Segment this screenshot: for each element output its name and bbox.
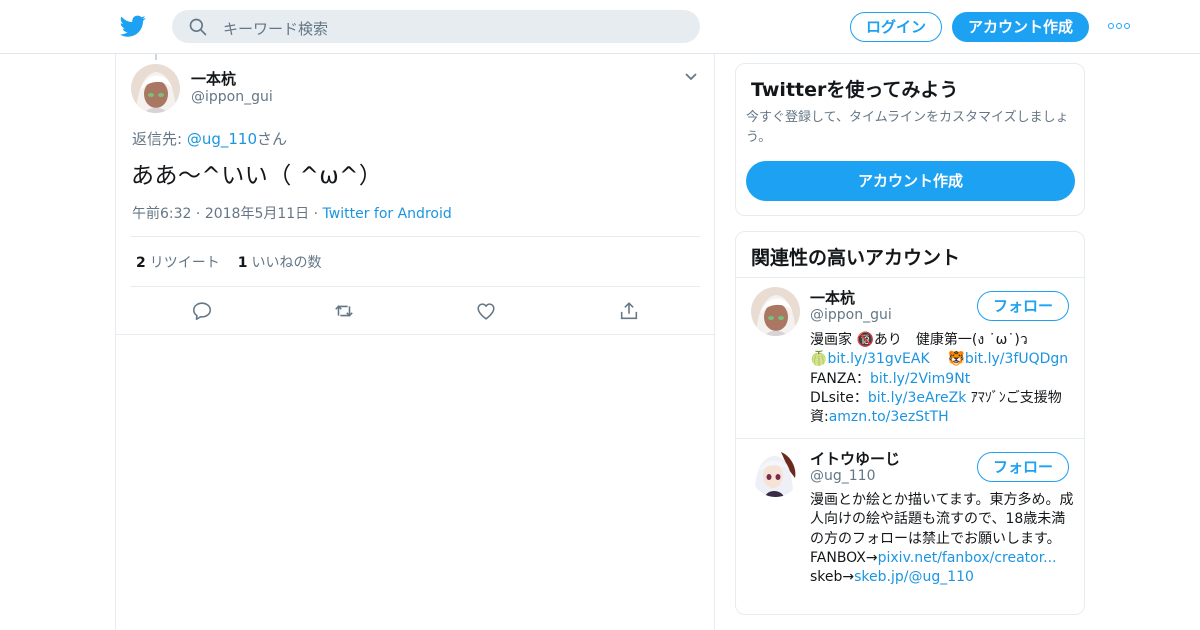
signup-card-description: 今すぐ登録して、タイムラインをカスタマイズしましょう。 bbox=[746, 110, 1069, 145]
avatar-image bbox=[131, 64, 180, 113]
bio-text: 漫画とか絵とか描いてます。東方多め。成人向けの絵や話題も流すので、18歳未満の方… bbox=[810, 492, 1074, 547]
bio-fanbox-line: FANBOX→pixiv.net/fanbox/creator... bbox=[810, 549, 1074, 568]
divider bbox=[130, 286, 700, 287]
account-name[interactable]: イトウゆーじ bbox=[810, 448, 900, 469]
bio-link[interactable]: amzn.to/3ezStTH bbox=[829, 409, 949, 425]
melon-emoji: 🍈 bbox=[810, 351, 828, 368]
bio-link[interactable]: pixiv.net/fanbox/creator... bbox=[878, 550, 1057, 566]
like-stat[interactable]: 1 いいねの数 bbox=[238, 255, 322, 271]
tweet-author-name[interactable]: 一本杭 bbox=[191, 68, 236, 89]
account-bio: 漫画家 🔞あり 健康第一(ง ˙ω˙)ว 🍈bit.ly/31gvEAK 🐯bi… bbox=[810, 331, 1074, 427]
bio-skeb-line: skeb→skeb.jp/@ug_110 bbox=[810, 568, 1074, 587]
tweet-author-handle[interactable]: @ippon_gui bbox=[191, 89, 273, 105]
bio-label: FANBOX→ bbox=[810, 549, 878, 566]
tweet-detail: 一本杭 @ippon_gui 返信先: @ug_110さん ああ〜^いい（ ^ω… bbox=[116, 54, 714, 335]
reply-icon[interactable] bbox=[191, 300, 213, 322]
retweet-count: 2 bbox=[136, 255, 146, 271]
bio-link[interactable]: bit.ly/3eAreZk bbox=[868, 390, 966, 406]
signup-card-button[interactable]: アカウント作成 bbox=[746, 161, 1075, 201]
share-icon[interactable] bbox=[618, 300, 640, 322]
bio-dlsite-line: DLsite：bit.ly/3eAreZk ｱﾏｿﾞﾝご支援物資:amzn.to… bbox=[810, 389, 1074, 428]
tweet-meta: 午前6:32 · 2018年5月11日 · Twitter for Androi… bbox=[132, 206, 452, 222]
like-count: 1 bbox=[237, 255, 248, 271]
tweet-source[interactable]: Twitter for Android bbox=[323, 206, 452, 222]
like-icon[interactable] bbox=[475, 300, 497, 322]
divider bbox=[736, 438, 1084, 439]
avatar-image bbox=[751, 287, 800, 336]
related-accounts-card: 関連性の高いアカウント 一本杭 @ippon_gui フォロー 漫画家 🔞あり … bbox=[735, 231, 1085, 615]
search-placeholder[interactable]: キーワード検索 bbox=[223, 18, 328, 39]
follow-button[interactable]: フォロー bbox=[977, 452, 1069, 482]
reply-to-link[interactable]: @ug_110 bbox=[187, 130, 257, 148]
retweet-stat[interactable]: 2 リツイート bbox=[136, 255, 220, 271]
account-handle[interactable]: @ippon_gui bbox=[810, 307, 892, 323]
bio-label: skeb→ bbox=[810, 569, 855, 586]
search-icon bbox=[189, 18, 207, 36]
bio-link[interactable]: skeb.jp/@ug_110 bbox=[854, 569, 974, 585]
timeline-column: 一本杭 @ippon_gui 返信先: @ug_110さん ああ〜^いい（ ^ω… bbox=[115, 54, 715, 630]
bio-link[interactable]: bit.ly/31gvEAK bbox=[827, 351, 929, 367]
reply-suffix: さん bbox=[257, 130, 288, 148]
divider bbox=[130, 236, 700, 237]
like-label: いいねの数 bbox=[251, 255, 322, 271]
account-bio: 漫画とか絵とか描いてます。東方多め。成人向けの絵や話題も流すので、18歳未満の方… bbox=[810, 491, 1074, 587]
top-nav: キーワード検索 ログイン アカウント作成 bbox=[0, 0, 1200, 54]
account-handle[interactable]: @ug_110 bbox=[810, 468, 875, 484]
follow-button[interactable]: フォロー bbox=[977, 291, 1069, 321]
avatar[interactable] bbox=[751, 448, 800, 497]
retweet-label: リツイート bbox=[149, 255, 220, 271]
signup-card: Twitterを使ってみよう 今すぐ登録して、タイムラインをカスタマイズしましょ… bbox=[735, 63, 1085, 216]
signup-button[interactable]: アカウント作成 bbox=[952, 12, 1089, 42]
avatar[interactable] bbox=[131, 64, 180, 113]
bio-link[interactable]: bit.ly/2Vim9Nt bbox=[870, 371, 970, 387]
bio-label: DLsite： bbox=[810, 389, 868, 406]
tweet-text: ああ〜^いい（ ^ω^） bbox=[131, 163, 383, 189]
account-name[interactable]: 一本杭 bbox=[810, 287, 855, 308]
tweet-time[interactable]: 午前6:32 bbox=[132, 206, 191, 222]
bio-link[interactable]: bit.ly/3fUQDgn bbox=[965, 351, 1068, 367]
tiger-emoji: 🐯 bbox=[947, 351, 965, 368]
bio-label: FANZA： bbox=[810, 370, 870, 387]
bio-links-line: 🍈bit.ly/31gvEAK 🐯bit.ly/3fUQDgn bbox=[810, 350, 1074, 369]
bio-line: 漫画家 🔞あり 健康第一(ง ˙ω˙)ว bbox=[810, 332, 1028, 348]
tweet-stats: 2 リツイート 1 いいねの数 bbox=[136, 252, 322, 272]
reply-context: 返信先: @ug_110さん bbox=[132, 128, 287, 149]
search-box[interactable]: キーワード検索 bbox=[172, 10, 700, 43]
retweet-icon[interactable] bbox=[333, 300, 355, 322]
related-accounts-title: 関連性の高いアカウント bbox=[751, 247, 961, 269]
login-button[interactable]: ログイン bbox=[850, 12, 942, 42]
tweet-date[interactable]: 2018年5月11日 bbox=[205, 206, 309, 222]
divider bbox=[736, 277, 1084, 278]
avatar-image bbox=[751, 448, 800, 497]
avatar[interactable] bbox=[751, 287, 800, 336]
reply-prefix: 返信先: bbox=[132, 130, 187, 148]
more-dots-icon[interactable] bbox=[1108, 23, 1130, 31]
chevron-down-icon[interactable] bbox=[684, 72, 698, 82]
signup-card-title: Twitterを使ってみよう bbox=[751, 79, 959, 101]
twitter-bird-icon[interactable] bbox=[119, 13, 147, 39]
bio-fanza-line: FANZA：bit.ly/2Vim9Nt bbox=[810, 370, 1074, 389]
